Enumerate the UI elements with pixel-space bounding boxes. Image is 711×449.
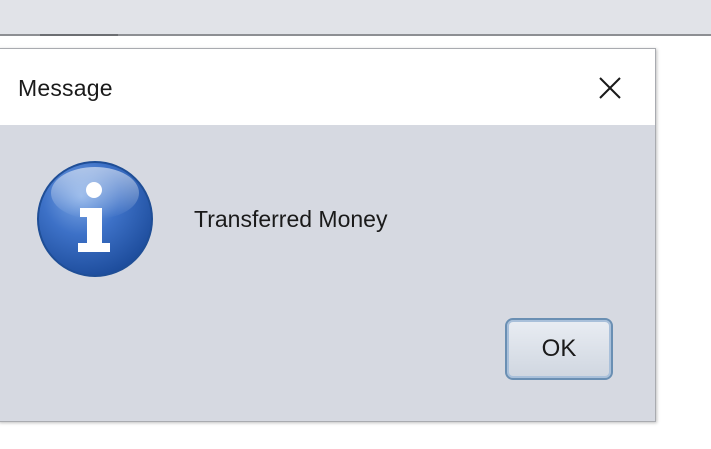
screen: Message Transferred Money OK bbox=[0, 0, 711, 449]
dialog-title: Message bbox=[18, 75, 113, 101]
close-icon bbox=[599, 77, 621, 99]
message-dialog: Message Transferred Money OK bbox=[0, 48, 656, 422]
ok-button[interactable]: OK bbox=[505, 318, 613, 380]
close-button[interactable] bbox=[584, 63, 636, 113]
background-window-toolbar bbox=[0, 0, 711, 34]
dialog-titlebar: Message bbox=[0, 49, 655, 125]
dialog-message: Transferred Money bbox=[194, 206, 388, 232]
dialog-content: Transferred Money OK bbox=[0, 125, 655, 421]
info-icon bbox=[37, 161, 153, 277]
